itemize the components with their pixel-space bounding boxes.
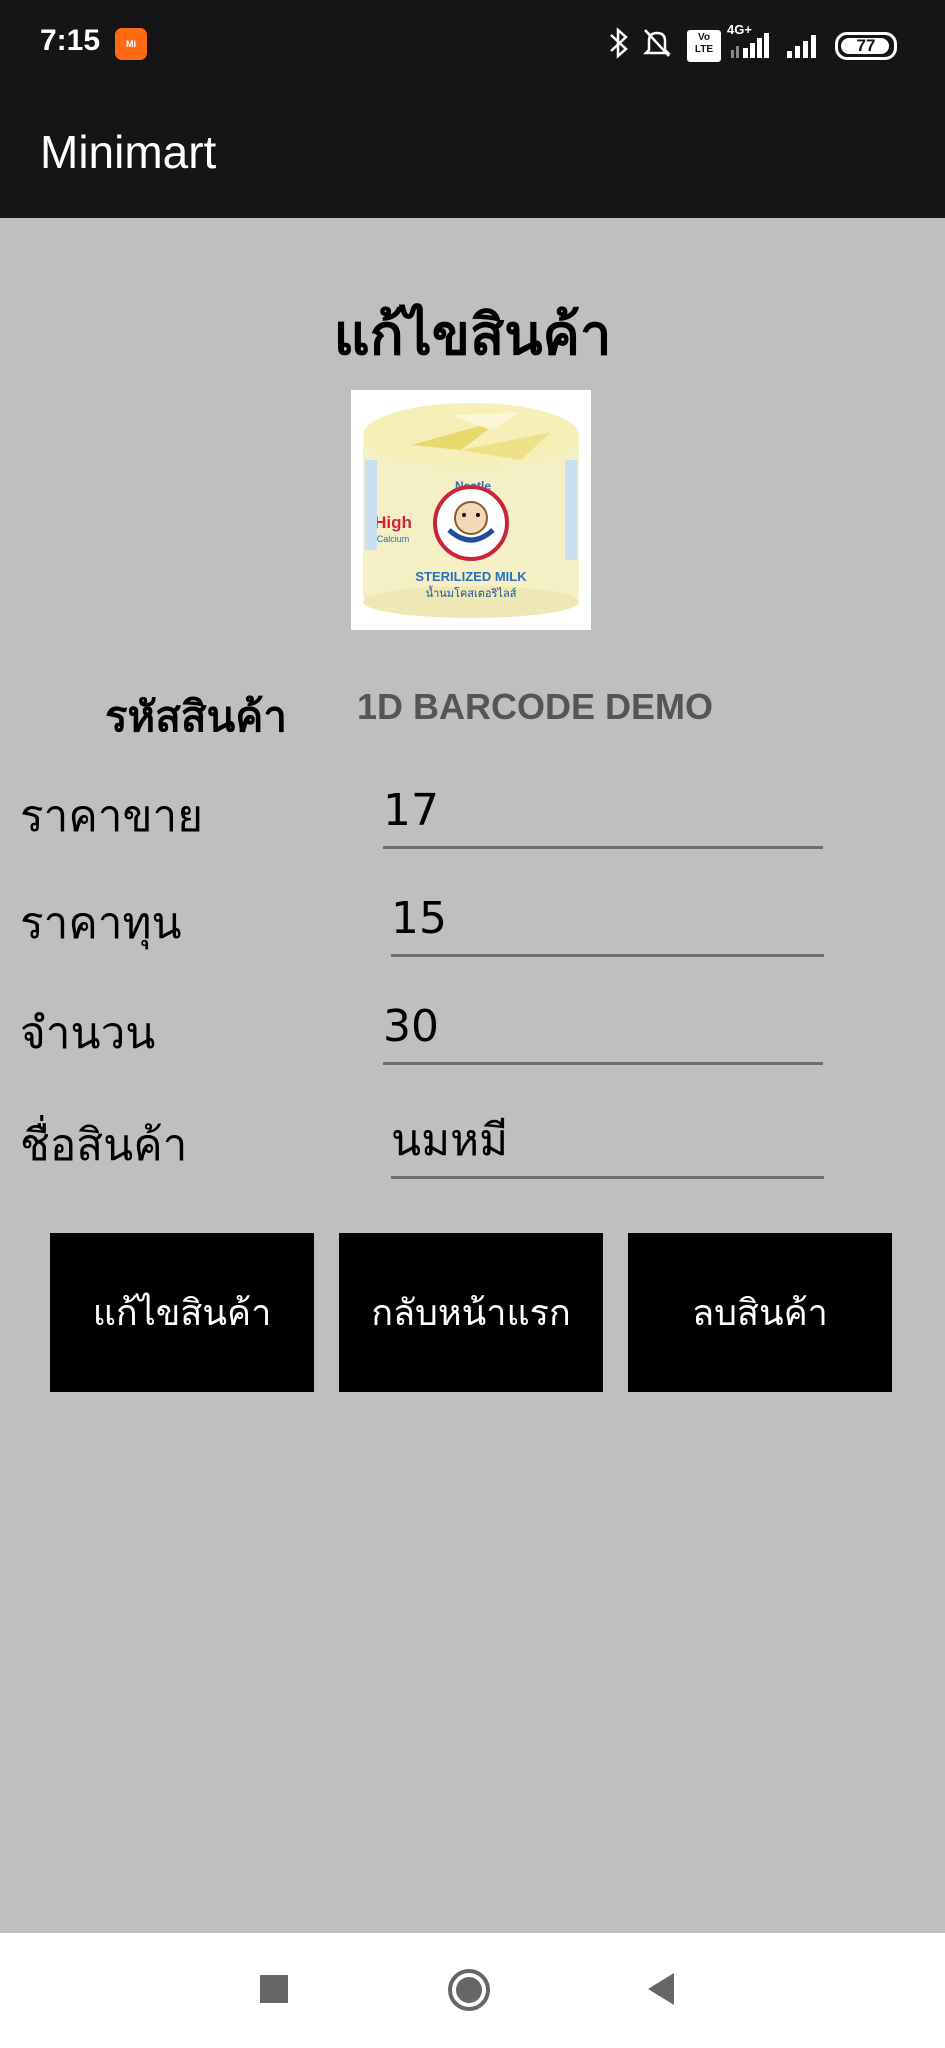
cost-price-label: ราคาทุน [20,898,182,949]
back-to-home-button[interactable]: กลับหน้าแรก [339,1233,603,1392]
delete-product-button[interactable]: ลบสินค้า [628,1233,892,1392]
home-icon[interactable] [446,1967,492,2013]
recents-icon[interactable] [258,1973,290,2005]
product-name-input[interactable] [391,1110,824,1179]
edit-product-button[interactable]: แก้ไขสินค้า [50,1233,314,1392]
milk-can-illustration: Nestle High Calcium STERILIZED MILK น้ำน… [351,390,591,630]
battery-level: 77 [856,36,876,55]
cost-price-input[interactable] [391,888,824,957]
signal-strength-icon [731,33,769,58]
status-icons: Vo LTE 4G+ 77 [607,22,907,64]
status-bar: 7:15 Mi Vo LTE 4G+ 77 [0,0,945,89]
system-nav-bar [0,1933,945,2048]
status-time: 7:15 [40,24,101,57]
selling-price-label: ราคาขาย [20,791,204,842]
product-th-text: น้ำนมโคสเตอริไลส์ [426,585,517,600]
calcium-text: Calcium [377,534,410,544]
product-code-label: รหัสสินค้า [105,692,287,741]
selling-price-input[interactable] [383,780,823,849]
product-image: Nestle High Calcium STERILIZED MILK น้ำน… [351,390,591,630]
battery-icon: 77 [835,32,897,60]
edit-product-form: แก้ไขสินค้า Nestle High Calcium STERILIZ… [0,218,945,1933]
signal-strength-2-icon [787,35,816,58]
app-title: Minimart [40,126,217,178]
volte-icon: Vo LTE [687,30,721,62]
mute-bell-icon [642,29,672,57]
product-en-text: STERILIZED MILK [415,569,527,584]
app-bar: Minimart [0,89,945,218]
app-notification-icon: Mi [115,28,147,60]
quantity-input[interactable] [383,996,823,1065]
page-title: แก้ไขสินค้า [333,303,612,368]
product-code-value: 1D BARCODE DEMO [357,686,714,727]
back-icon[interactable] [646,1971,678,2007]
bluetooth-icon [610,27,628,59]
high-text: High [374,513,412,532]
quantity-label: จำนวน [20,1008,156,1059]
product-name-label: ชื่อสินค้า [20,1120,188,1171]
